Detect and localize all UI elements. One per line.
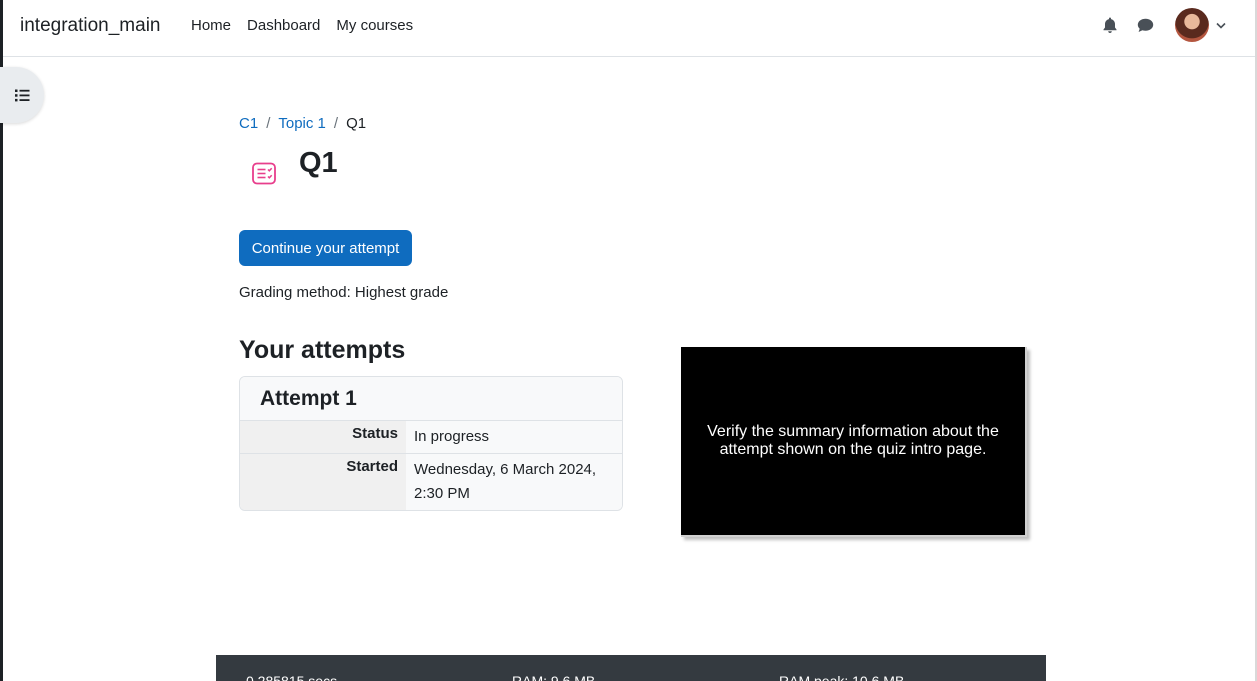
grading-method-text: Grading method: Highest grade [239,284,449,301]
nav-home-link[interactable]: Home [191,17,231,34]
attempts-heading: Your attempts [239,336,406,364]
site-brand[interactable]: integration_main [20,15,160,37]
overlay-text: Verify the summary information about the… [707,423,999,458]
footer-time: 0.285815 secs [246,673,338,681]
status-label: Status [240,421,406,454]
breadcrumb-separator: / [266,115,271,132]
attempt-title: Attempt 1 [240,377,622,421]
breadcrumb-section-link[interactable]: Topic 1 [278,115,326,132]
breadcrumb-separator: / [333,115,339,132]
chevron-down-icon[interactable] [1215,19,1227,31]
list-icon [14,89,29,101]
table-row: Status In progress [240,421,622,454]
footer-ram-peak: RAM peak: 10.6 MB [779,673,905,681]
nav-dashboard-link[interactable]: Dashboard [247,17,320,34]
user-avatar[interactable] [1175,8,1209,42]
page-title: Q1 [299,147,338,179]
bell-icon[interactable] [1101,16,1119,34]
attempt-summary-table: Status In progress Started Wednesday, 6 … [240,421,622,510]
breadcrumb-current: Q1 [346,115,367,132]
course-index-toggle-button[interactable] [0,67,44,123]
top-navbar: integration_main Home Dashboard My cours… [3,0,1255,57]
page: integration_main Home Dashboard My cours… [0,0,1257,681]
breadcrumb-course-link[interactable]: C1 [239,115,258,132]
nav-my-courses-link[interactable]: My courses [336,17,413,34]
chat-icon[interactable] [1136,16,1154,34]
footer-ram: RAM: 9.6 MB [512,673,596,681]
test-instruction-overlay: Verify the summary information about the… [681,347,1027,537]
primary-navigation: Home Dashboard My courses [191,17,429,34]
performance-footer: 0.285815 secs RAM: 9.6 MB RAM peak: 10.6… [216,655,1046,681]
table-row: Started Wednesday, 6 March 2024, 2:30 PM [240,453,622,510]
attempt-summary-card: Attempt 1 Status In progress Started Wed… [239,376,623,511]
started-label: Started [240,453,406,510]
quiz-icon [250,160,278,188]
status-value: In progress [406,421,622,454]
breadcrumb: C1 / Topic 1 / Q1 [239,115,366,132]
continue-attempt-button[interactable]: Continue your attempt [239,230,412,266]
user-navigation [1084,8,1227,42]
started-value: Wednesday, 6 March 2024, 2:30 PM [406,453,622,510]
